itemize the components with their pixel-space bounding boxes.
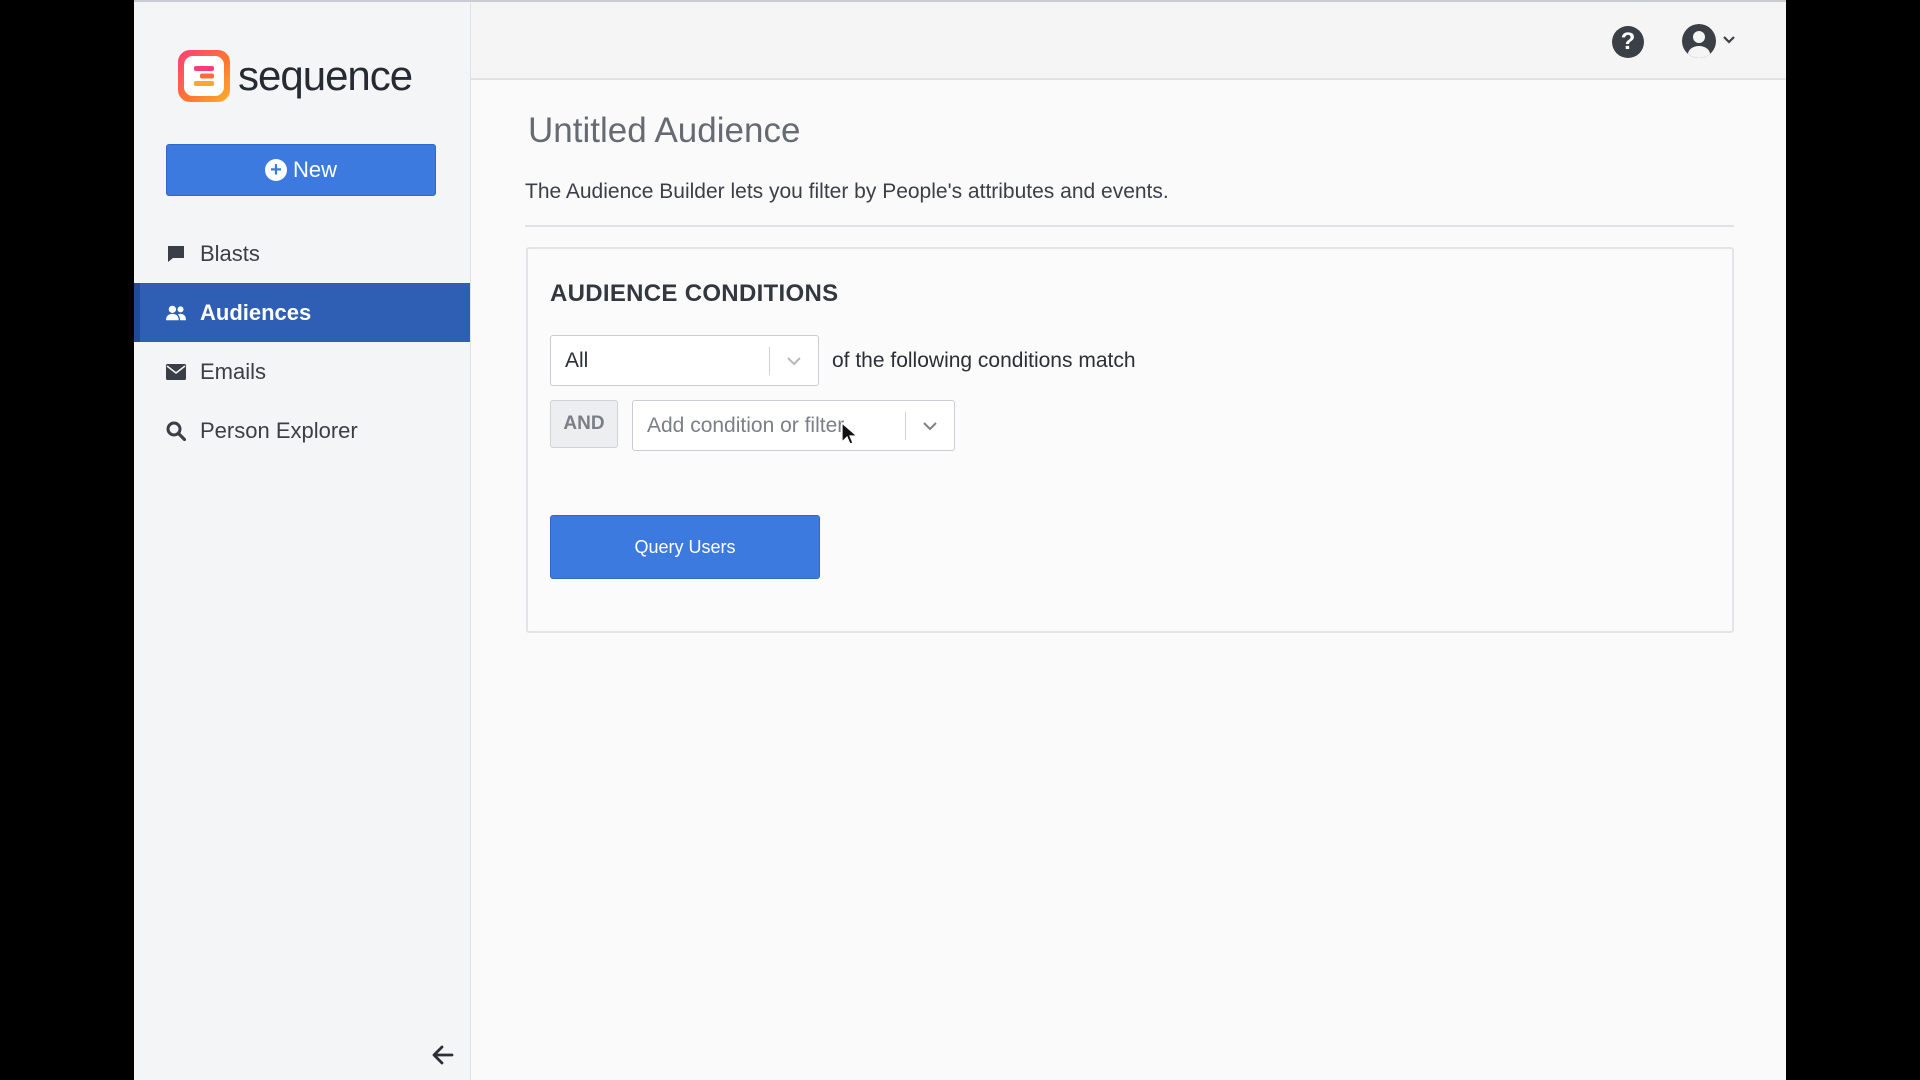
brand-name: sequence: [238, 52, 413, 99]
page-description: The Audience Builder lets you filter by …: [525, 180, 1169, 203]
app-window: sequence + New Blasts Audiences Emails P…: [134, 0, 1786, 1080]
panel-title: AUDIENCE CONDITIONS: [550, 280, 839, 307]
sidebar-item-label: Audiences: [200, 299, 312, 325]
condition-filter-select[interactable]: Add condition or filter: [632, 400, 955, 451]
sequence-logo-icon: [178, 50, 230, 102]
sidebar-item-person-explorer[interactable]: Person Explorer: [134, 401, 470, 460]
sidebar-item-audiences[interactable]: Audiences: [134, 283, 470, 342]
sidebar: sequence + New Blasts Audiences Emails P…: [134, 2, 471, 1080]
brand-logo[interactable]: sequence: [178, 50, 413, 102]
user-circle-icon: [1682, 24, 1716, 58]
divider: [525, 225, 1734, 227]
chat-icon: [166, 244, 186, 264]
envelope-icon: [166, 362, 186, 382]
sidebar-item-blasts[interactable]: Blasts: [134, 224, 470, 283]
main-content: Untitled Audience The Audience Builder l…: [471, 80, 1786, 1080]
new-button-label: New: [292, 157, 337, 182]
chevron-down-icon: [1722, 32, 1736, 50]
page-title: Untitled Audience: [528, 111, 801, 150]
plus-circle-icon: +: [264, 159, 287, 181]
sidebar-item-label: Emails: [200, 358, 267, 384]
arrow-left-icon[interactable]: [432, 1040, 454, 1072]
audience-conditions-panel: AUDIENCE CONDITIONS All of the following…: [526, 247, 1734, 633]
query-users-button[interactable]: Query Users: [550, 515, 820, 579]
match-description: of the following conditions match: [832, 349, 1136, 372]
sidebar-item-label: Person Explorer: [200, 417, 358, 443]
match-mode-select[interactable]: All: [550, 335, 819, 386]
user-menu[interactable]: [1682, 24, 1736, 58]
sidebar-item-emails[interactable]: Emails: [134, 342, 470, 401]
search-icon: [166, 421, 186, 441]
users-icon: [166, 303, 186, 323]
sidebar-item-label: Blasts: [200, 240, 260, 266]
sidebar-nav: Blasts Audiences Emails Person Explorer: [134, 224, 470, 460]
chevron-down-icon[interactable]: [906, 421, 954, 431]
condition-filter-placeholder: Add condition or filter: [647, 413, 845, 437]
new-button[interactable]: + New: [166, 144, 436, 196]
and-operator-badge[interactable]: AND: [550, 400, 618, 448]
question-circle-icon[interactable]: ?: [1612, 26, 1644, 58]
match-mode-value: All: [565, 348, 589, 372]
top-header: ?: [471, 2, 1786, 80]
chevron-down-icon[interactable]: [770, 356, 818, 366]
mouse-cursor-icon: [841, 421, 859, 451]
